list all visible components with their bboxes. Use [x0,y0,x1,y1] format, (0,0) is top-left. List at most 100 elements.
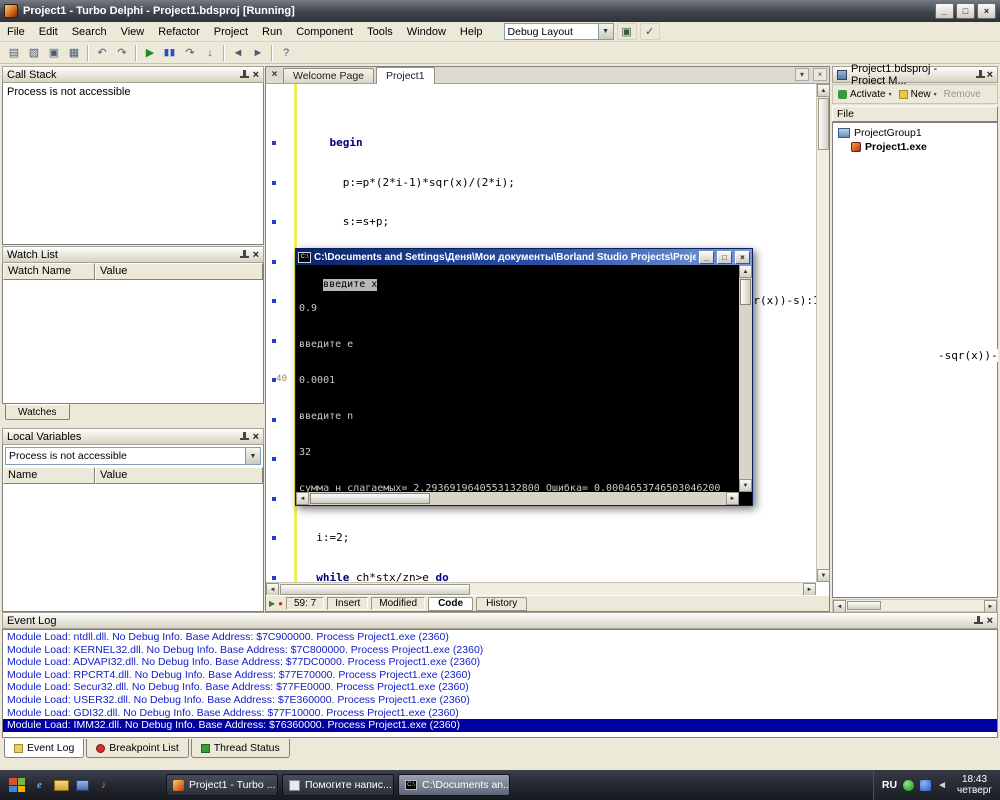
volume-tray-icon[interactable]: ◄ [937,780,947,791]
console-minimize-button[interactable]: _ [699,251,714,264]
menu-run[interactable]: Run [255,24,289,40]
process-combo[interactable]: Process is not accessible ▼ [5,447,261,465]
event-log-entry[interactable]: Module Load: Secur32.dll. No Debug Info.… [3,681,997,694]
scrollbar-thumb[interactable] [280,584,470,595]
name-column-header[interactable]: Name [3,467,95,484]
menu-component[interactable]: Component [289,24,360,40]
scrollbar-thumb[interactable] [310,493,430,504]
internet-explorer-icon[interactable]: e [32,778,47,792]
clock[interactable]: 18:43 четверг [953,774,992,796]
pause-icon[interactable]: ▮▮ [160,44,180,62]
new-file-icon[interactable]: ▤ [4,44,24,62]
save-layout-button[interactable]: ▣ [617,23,637,40]
tab-project1[interactable]: Project1 [376,67,435,84]
console-titlebar[interactable]: C:\ C:\Documents and Settings\Деня\Мои д… [296,249,752,265]
remove-button[interactable]: Remove [941,88,984,101]
tab-code[interactable]: Code [428,597,473,611]
show-desktop-icon[interactable] [76,780,89,791]
menu-tools[interactable]: Tools [360,24,400,40]
pin-icon[interactable] [239,249,249,260]
watch-value-column-header[interactable]: Value [95,263,263,280]
watch-name-column-header[interactable]: Watch Name [3,263,95,280]
tab-list-dropdown-icon[interactable]: ▾ [795,68,809,81]
scrollbar-thumb[interactable] [818,98,829,150]
menu-search[interactable]: Search [65,24,114,40]
maximize-button[interactable]: □ [956,3,975,19]
console-close-button[interactable]: × [735,251,750,264]
tree-item-project-exe[interactable]: Project1.exe [835,140,995,154]
event-log-entry-selected[interactable]: Module Load: IMM32.dll. No Debug Info. B… [3,719,997,732]
scroll-right-icon[interactable]: ► [726,492,739,505]
close-icon[interactable]: × [253,432,259,442]
task-browser-page[interactable]: Помогите напис... [282,774,394,796]
open-file-icon[interactable]: ▧ [24,44,44,62]
tree-item-projectgroup[interactable]: ProjectGroup1 [835,126,995,140]
new-button[interactable]: New ▾ [896,88,940,101]
undo-icon[interactable]: ↶ [92,44,112,62]
pin-icon[interactable] [239,69,249,80]
scrollbar-thumb[interactable] [740,279,751,305]
save-icon[interactable]: ▣ [44,44,64,62]
antivirus-tray-icon[interactable] [903,780,914,791]
macro-play-icon[interactable]: ▶ [269,599,275,608]
tab-event-log[interactable]: Event Log [4,739,84,758]
console-horizontal-scrollbar[interactable]: ◄ ► [296,492,739,505]
code-line[interactable]: i:=2; [266,531,816,545]
scroll-left-icon[interactable]: ◄ [296,492,309,505]
menu-refactor[interactable]: Refactor [151,24,207,40]
editor-horizontal-scrollbar[interactable]: ◄ ► [266,582,816,595]
code-line[interactable]: while ch*stx/zn>e do [266,571,816,583]
step-over-icon[interactable]: ↷ [180,44,200,62]
close-page-icon[interactable]: × [268,68,281,81]
tab-watches[interactable]: Watches [5,404,70,420]
close-icon[interactable]: × [253,70,259,80]
activate-button[interactable]: Activate ▾ [835,88,895,101]
tab-thread-status[interactable]: Thread Status [191,739,290,758]
code-line[interactable]: p:=p*(2*i-1)*sqr(x)/(2*i); [266,176,816,190]
close-icon[interactable]: × [987,616,993,626]
scrollbar-thumb[interactable] [847,601,881,610]
help-icon[interactable]: ? [276,44,296,62]
media-player-icon[interactable]: ♪ [96,778,111,792]
console-window[interactable]: C:\ C:\Documents and Settings\Деня\Мои д… [295,248,753,506]
desktop-layout-combo[interactable]: Debug Layout ▼ [504,23,614,40]
activate-dropdown-icon[interactable]: ▾ [889,91,892,98]
close-icon[interactable]: × [253,250,259,260]
tab-close-icon[interactable]: × [813,68,827,81]
scroll-down-icon[interactable]: ▼ [739,479,752,492]
code-line[interactable]: begin [266,136,816,150]
macro-record-icon[interactable]: ● [278,599,283,608]
pin-icon[interactable] [973,615,983,626]
new-dropdown-icon[interactable]: ▾ [934,91,937,98]
scroll-up-icon[interactable]: ▲ [739,265,752,278]
console-vertical-scrollbar[interactable]: ▲ ▼ [739,265,752,492]
redo-icon[interactable]: ↷ [112,44,132,62]
scroll-up-icon[interactable]: ▲ [817,84,830,97]
tab-breakpoint-list[interactable]: Breakpoint List [86,739,188,758]
close-button[interactable]: × [977,3,996,19]
event-log-entry[interactable]: Module Load: USER32.dll. No Debug Info. … [3,694,997,707]
menu-help[interactable]: Help [453,24,490,40]
menu-project[interactable]: Project [207,24,255,40]
task-console[interactable]: C:\ C:\Documents an... [398,774,510,796]
scroll-down-icon[interactable]: ▼ [817,569,830,582]
event-log-entry[interactable]: Module Load: ADVAPI32.dll. No Debug Info… [3,656,997,669]
menu-window[interactable]: Window [400,24,453,40]
start-button[interactable] [9,778,25,792]
task-turbo-delphi[interactable]: Project1 - Turbo ... [166,774,278,796]
event-log-entry[interactable]: Module Load: KERNEL32.dll. No Debug Info… [3,644,997,657]
save-all-icon[interactable]: ▦ [64,44,84,62]
close-icon[interactable]: × [987,70,993,80]
event-log-entry[interactable]: Module Load: ntdll.dll. No Debug Info. B… [3,631,997,644]
navigate-forward-icon[interactable]: ► [248,44,268,62]
set-debug-layout-button[interactable]: ✓ [640,23,660,40]
code-line[interactable]: s:=s+p; [266,215,816,229]
menu-view[interactable]: View [114,24,152,40]
process-combo-arrow-icon[interactable]: ▼ [245,448,260,464]
folder-icon[interactable] [54,780,69,791]
tab-history[interactable]: History [476,597,527,611]
network-tray-icon[interactable] [920,780,931,791]
project-manager-scrollbar[interactable]: ◄ ► [832,599,998,612]
trace-into-icon[interactable]: ↓ [200,44,220,62]
console-maximize-button[interactable]: □ [717,251,732,264]
